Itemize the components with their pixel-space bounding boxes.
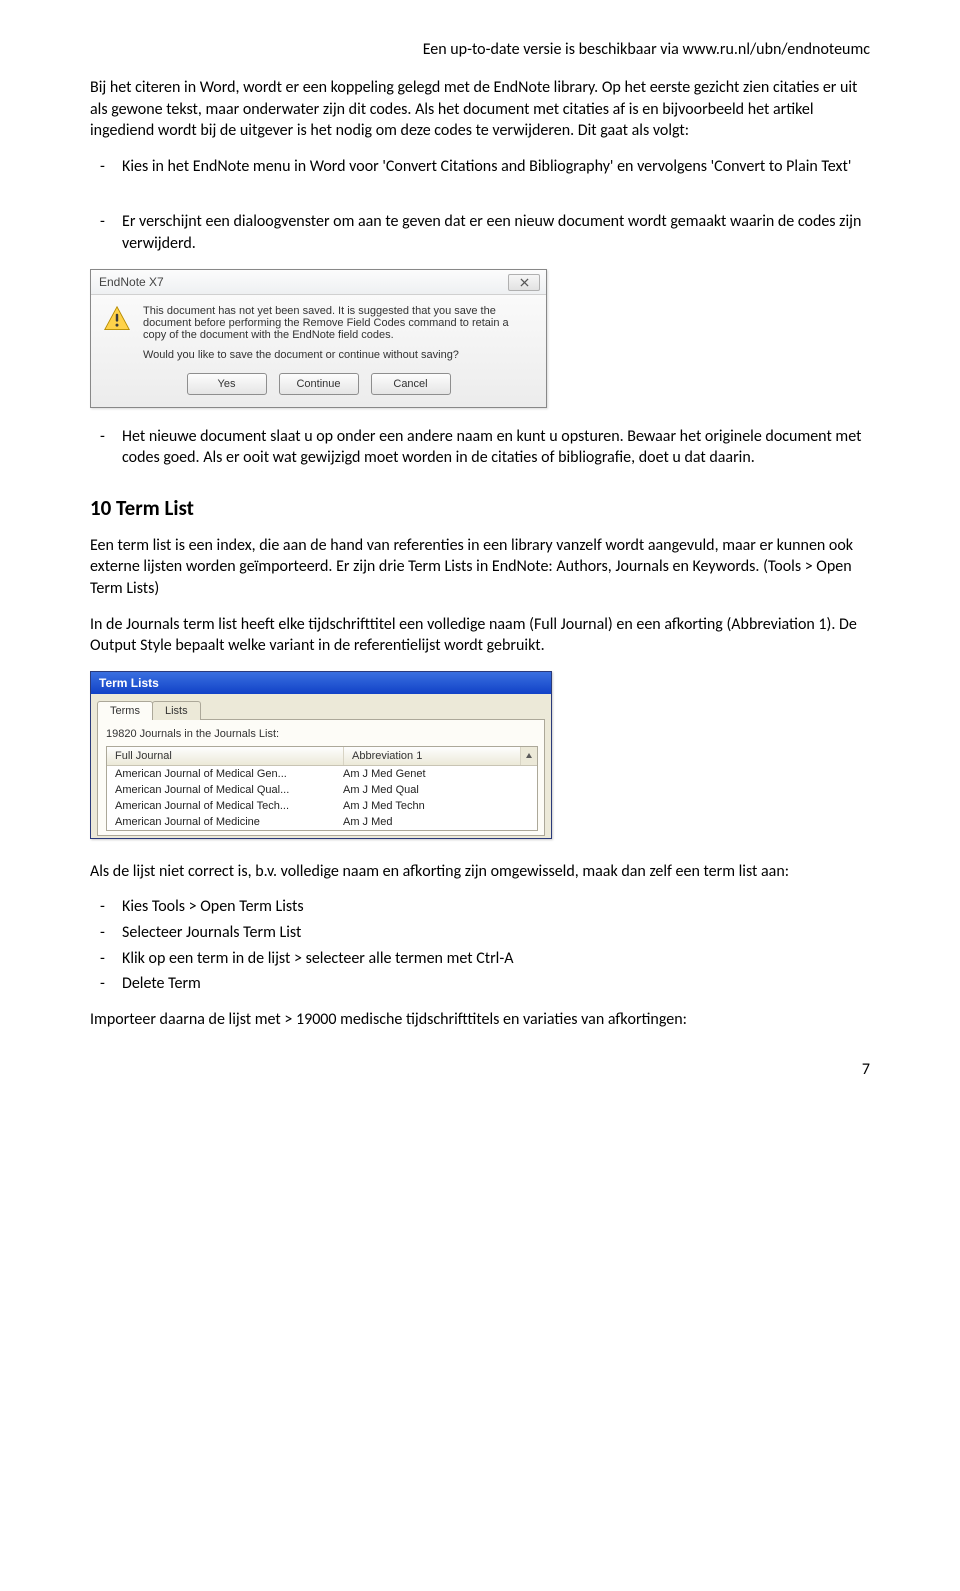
- table-row[interactable]: American Journal of Medical Qual... Am J…: [107, 782, 537, 798]
- journals-table: Full Journal Abbreviation 1 American Jou…: [106, 746, 538, 831]
- close-button[interactable]: [508, 274, 540, 291]
- header-note: Een up-to-date versie is beschikbaar via…: [90, 40, 870, 59]
- dialog-titlebar: EndNote X7: [91, 270, 546, 295]
- endnote-save-dialog: EndNote X7 This document has not yet bee…: [90, 269, 547, 408]
- column-header-abbreviation[interactable]: Abbreviation 1: [344, 747, 520, 765]
- dialog-title: EndNote X7: [99, 275, 164, 289]
- table-row[interactable]: American Journal of Medicine Am J Med: [107, 814, 537, 830]
- cell-abbreviation: Am J Med: [335, 816, 537, 828]
- chevron-up-icon: [525, 752, 533, 760]
- cell-full-journal: American Journal of Medical Tech...: [107, 800, 335, 812]
- paragraph: Een term list is een index, die aan de h…: [90, 535, 870, 600]
- yes-button[interactable]: Yes: [187, 373, 267, 395]
- dialog-question: Would you like to save the document or c…: [91, 343, 546, 369]
- cell-abbreviation: Am J Med Techn: [335, 800, 537, 812]
- column-header-full-journal[interactable]: Full Journal: [107, 747, 344, 765]
- paragraph-intro: Bij het citeren in Word, wordt er een ko…: [90, 77, 870, 142]
- document-page: Een up-to-date versie is beschikbaar via…: [0, 0, 960, 1119]
- cell-full-journal: American Journal of Medical Gen...: [107, 768, 335, 780]
- close-icon: [520, 278, 529, 287]
- term-lists-window: Term Lists Terms Lists 19820 Journals in…: [90, 671, 552, 839]
- journal-count-label: 19820 Journals in the Journals List:: [106, 728, 536, 740]
- list-item: Kies Tools > Open Term Lists: [122, 896, 870, 918]
- cell-full-journal: American Journal of Medical Qual...: [107, 784, 335, 796]
- table-row[interactable]: American Journal of Medical Tech... Am J…: [107, 798, 537, 814]
- list-item: Het nieuwe document slaat u op onder een…: [122, 426, 870, 469]
- list-item: Selecteer Journals Term List: [122, 922, 870, 944]
- cell-abbreviation: Am J Med Genet: [335, 768, 537, 780]
- table-row[interactable]: American Journal of Medical Gen... Am J …: [107, 766, 537, 782]
- paragraph: Importeer daarna de lijst met > 19000 me…: [90, 1009, 870, 1031]
- list-item: Er verschijnt een dialoogvenster om aan …: [122, 211, 870, 254]
- list-item: Delete Term: [122, 973, 870, 995]
- tab-lists[interactable]: Lists: [152, 701, 201, 720]
- list-item: Klik op een term in de lijst > selecteer…: [122, 948, 870, 970]
- tab-bar: Terms Lists: [97, 700, 545, 720]
- window-title: Term Lists: [91, 672, 551, 694]
- page-number: 7: [90, 1060, 870, 1079]
- tab-terms[interactable]: Terms: [97, 701, 153, 720]
- cell-full-journal: American Journal of Medicine: [107, 816, 335, 828]
- section-heading-term-list: 10 Term List: [90, 495, 870, 521]
- scroll-up-button[interactable]: [520, 747, 537, 765]
- paragraph: Als de lijst niet correct is, b.v. volle…: [90, 861, 870, 883]
- cancel-button[interactable]: Cancel: [371, 373, 451, 395]
- paragraph: In de Journals term list heeft elke tijd…: [90, 614, 870, 657]
- continue-button[interactable]: Continue: [279, 373, 359, 395]
- cell-abbreviation: Am J Med Qual: [335, 784, 537, 796]
- warning-icon: [103, 305, 131, 333]
- list-item: Kies in het EndNote menu in Word voor 'C…: [122, 156, 870, 178]
- dialog-message: This document has not yet been saved. It…: [143, 305, 532, 341]
